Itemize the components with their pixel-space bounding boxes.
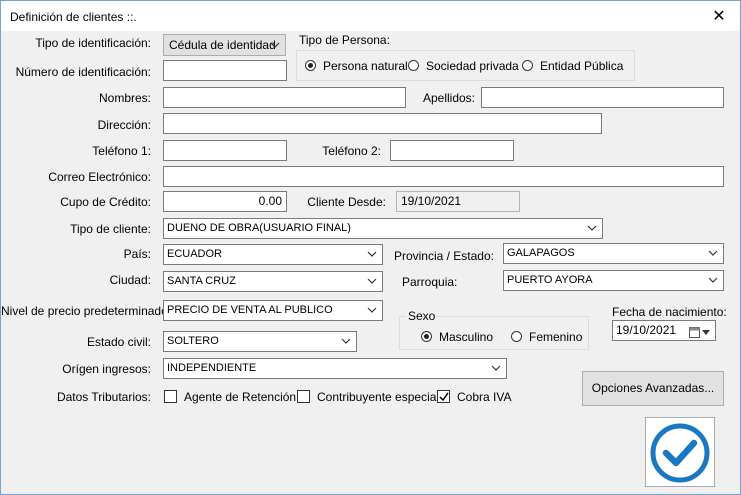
radio-dot [305, 60, 316, 71]
checkbox-box [297, 390, 310, 403]
telefono2-input[interactable] [390, 140, 514, 161]
estado-civil-select[interactable]: SOLTERO [163, 331, 357, 352]
chevron-down-icon [707, 271, 719, 290]
numero-identificacion-label: Número de identificación: [15, 65, 151, 79]
sexo-label: Sexo [406, 309, 438, 323]
sexo-group: Sexo Masculino Femenino [399, 309, 589, 350]
radio-dot [421, 331, 432, 342]
tipo-identificacion-label: Tipo de identificación: [35, 36, 151, 50]
checkbox-box [164, 390, 177, 403]
nivel-precio-select[interactable]: PRECIO DE VENTA AL PUBLICO [163, 300, 383, 321]
estado-civil-label: Estado civil: [86, 335, 151, 349]
checkmark-icon [439, 392, 449, 402]
opciones-avanzadas-button[interactable]: Opciones Avanzadas... [582, 371, 724, 406]
cliente-desde-field: 19/10/2021 [396, 191, 520, 212]
checkbox-box [437, 390, 450, 403]
telefono1-label: Teléfono 1: [92, 144, 151, 158]
telefono2-label: Teléfono 2: [322, 144, 381, 158]
tipo-identificacion-value: Cédula de identidad [169, 38, 276, 52]
numero-identificacion-input[interactable] [163, 60, 287, 81]
nombres-label: Nombres: [98, 91, 151, 105]
pais-label: País: [123, 247, 151, 261]
fecha-nacimiento-label: Fecha de nacimiento: [612, 305, 727, 319]
tipo-persona-label: Tipo de Persona: [299, 33, 390, 47]
nivel-precio-label: Nivel de precio predeterminado: [1, 304, 172, 318]
tipo-cliente-label: Tipo de cliente: [70, 222, 151, 236]
chevron-down-icon [707, 244, 719, 263]
correo-input[interactable] [163, 166, 724, 187]
ciudad-select[interactable]: SANTA CRUZ [163, 271, 383, 292]
title-bar: Definición de clientes ::. ✕ [1, 1, 740, 31]
direccion-label: Dirección: [97, 118, 151, 132]
chevron-down-icon [340, 332, 352, 351]
origen-ingresos-label: Orígen ingresos: [62, 362, 151, 376]
window-title: Definición de clientes ::. [10, 10, 137, 24]
tipo-cliente-select[interactable]: DUENO DE OBRA(USUARIO FINAL) [163, 218, 603, 239]
telefono1-input[interactable] [163, 140, 287, 161]
cliente-desde-label: Cliente Desde: [307, 195, 386, 209]
radio-dot [522, 60, 533, 71]
cupo-credito-label: Cupo de Crédito: [60, 195, 151, 209]
datos-tributarios-label: Datos Tributarios: [56, 390, 151, 404]
correo-label: Correo Electrónico: [48, 170, 151, 184]
origen-ingresos-select[interactable]: INDEPENDIENTE [163, 358, 507, 379]
chevron-down-icon [366, 301, 378, 320]
tipo-identificacion-select[interactable]: Cédula de identidad [163, 34, 286, 56]
radio-dot [408, 60, 419, 71]
apellidos-label: Apellidos: [422, 91, 475, 105]
calendar-dropdown-icon[interactable] [689, 325, 711, 344]
fecha-nacimiento-picker[interactable]: 19/10/2021 [612, 320, 716, 341]
radio-dot [511, 331, 522, 342]
pais-select[interactable]: ECUADOR [163, 244, 383, 265]
chevron-down-icon [586, 219, 598, 238]
direccion-input[interactable] [163, 113, 602, 134]
confirm-button[interactable] [645, 417, 715, 487]
apellidos-input[interactable] [481, 87, 724, 108]
close-icon[interactable]: ✕ [709, 7, 729, 27]
chevron-down-icon [269, 35, 281, 55]
chevron-down-icon [490, 359, 502, 378]
form-area: Tipo de identificación: Cédula de identi… [1, 31, 740, 494]
parroquia-select[interactable]: PUERTO AYORA [503, 270, 724, 291]
tipo-persona-group: Persona natural Sociedad privada Entidad… [296, 50, 635, 81]
cupo-credito-input[interactable]: 0.00 [163, 191, 287, 212]
provincia-label: Provincia / Estado: [393, 249, 494, 263]
ciudad-label: Ciudad: [109, 273, 151, 287]
nombres-input[interactable] [163, 87, 406, 108]
chevron-down-icon [366, 272, 378, 291]
chevron-down-icon [366, 245, 378, 264]
check-circle-icon [650, 423, 710, 483]
provincia-select[interactable]: GALAPAGOS [503, 243, 724, 264]
parroquia-label: Parroquia: [402, 275, 458, 289]
